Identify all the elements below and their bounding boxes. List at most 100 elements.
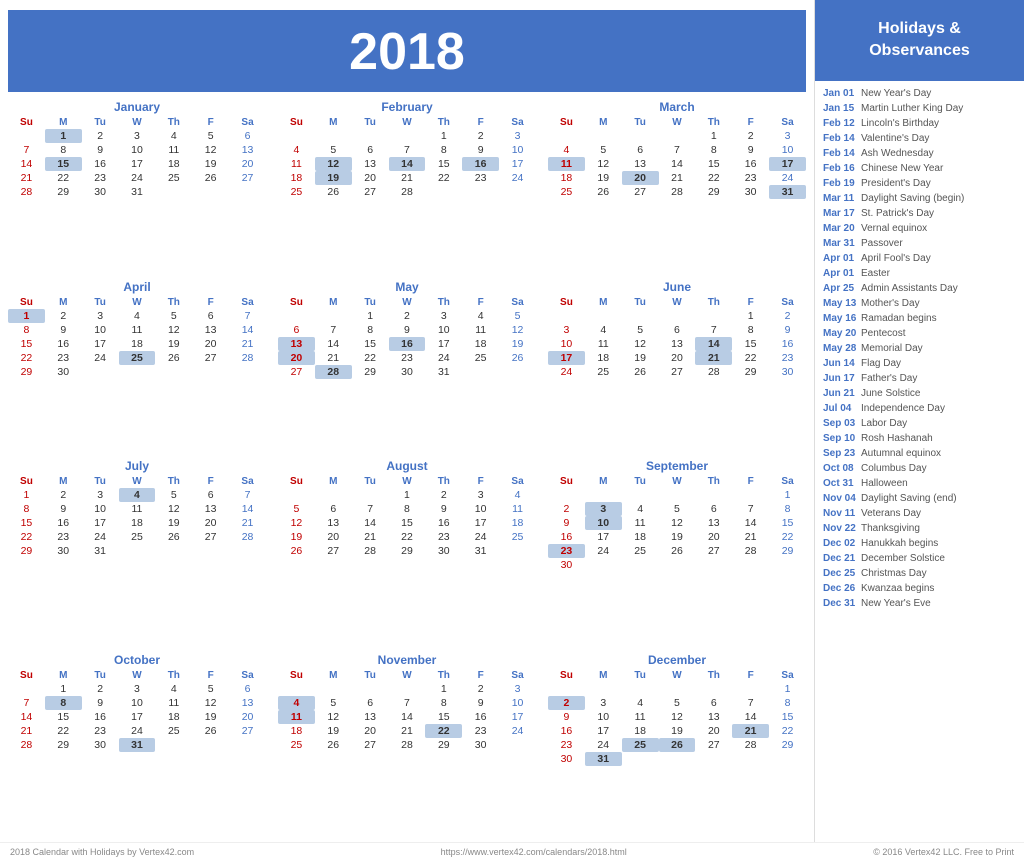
holiday-item: Jan 01New Year's Day bbox=[823, 87, 1016, 100]
holiday-name: June Solstice bbox=[861, 387, 920, 400]
calendar-day: 18 bbox=[119, 516, 156, 530]
calendar-day: 21 bbox=[695, 351, 732, 365]
holiday-name: Daylight Saving (begin) bbox=[861, 192, 964, 205]
calendar-day: 12 bbox=[192, 696, 229, 710]
calendar-day: 23 bbox=[769, 351, 806, 365]
calendar-day bbox=[119, 544, 156, 558]
calendar-day: 16 bbox=[425, 516, 462, 530]
holiday-item: Nov 22Thanksgiving bbox=[823, 522, 1016, 535]
calendar-day: 11 bbox=[622, 710, 659, 724]
calendar-day bbox=[585, 129, 622, 143]
calendar-day: 2 bbox=[462, 129, 499, 143]
day-header: F bbox=[192, 116, 229, 129]
calendar-day: 14 bbox=[732, 710, 769, 724]
calendar-day: 24 bbox=[548, 365, 585, 379]
holiday-item: Jan 15Martin Luther King Day bbox=[823, 102, 1016, 115]
calendar-day: 12 bbox=[315, 157, 352, 171]
calendar-day bbox=[192, 544, 229, 558]
calendar-day: 22 bbox=[45, 171, 82, 185]
holiday-item: Sep 10Rosh Hashanah bbox=[823, 432, 1016, 445]
calendar-day: 15 bbox=[425, 710, 462, 724]
day-header: F bbox=[732, 475, 769, 488]
month-title: February bbox=[278, 100, 536, 114]
calendar-day: 3 bbox=[585, 696, 622, 710]
calendar-day: 1 bbox=[45, 129, 82, 143]
calendar-day: 11 bbox=[548, 157, 585, 171]
day-header: Tu bbox=[82, 296, 119, 309]
calendar-day: 15 bbox=[769, 516, 806, 530]
calendar-day bbox=[548, 488, 585, 502]
calendar-day bbox=[315, 488, 352, 502]
day-header: M bbox=[45, 116, 82, 129]
holiday-date: Jan 01 bbox=[823, 87, 861, 100]
calendar-day: 3 bbox=[119, 129, 156, 143]
calendar-day: 13 bbox=[695, 710, 732, 724]
calendar-day: 11 bbox=[119, 323, 156, 337]
day-header: Th bbox=[155, 296, 192, 309]
holiday-name: New Year's Eve bbox=[861, 597, 931, 610]
calendar-day bbox=[659, 682, 696, 696]
month-title: March bbox=[548, 100, 806, 114]
month-block-may: MaySuMTuWThFSa12345678910111213141516171… bbox=[278, 280, 536, 452]
holiday-date: Dec 26 bbox=[823, 582, 861, 595]
day-header: Su bbox=[548, 296, 585, 309]
calendar-day bbox=[622, 129, 659, 143]
calendar-day: 3 bbox=[585, 502, 622, 516]
calendar-day: 22 bbox=[45, 724, 82, 738]
calendar-day: 15 bbox=[695, 157, 732, 171]
footer-center: https://www.vertex42.com/calendars/2018.… bbox=[441, 847, 627, 857]
holiday-item: Mar 31Passover bbox=[823, 237, 1016, 250]
calendar-day bbox=[585, 309, 622, 323]
holiday-name: Valentine's Day bbox=[861, 132, 929, 145]
calendar-day: 1 bbox=[8, 488, 45, 502]
day-header: M bbox=[585, 475, 622, 488]
holiday-date: Mar 31 bbox=[823, 237, 861, 250]
holiday-item: Oct 31Halloween bbox=[823, 477, 1016, 490]
calendar-day: 7 bbox=[389, 143, 426, 157]
calendar-day bbox=[622, 488, 659, 502]
calendar-day bbox=[278, 309, 315, 323]
calendar-day: 17 bbox=[769, 157, 806, 171]
calendar-day: 9 bbox=[45, 502, 82, 516]
holiday-name: Father's Day bbox=[861, 372, 917, 385]
calendar-day: 16 bbox=[45, 337, 82, 351]
calendar-day bbox=[192, 365, 229, 379]
holiday-item: Oct 08Columbus Day bbox=[823, 462, 1016, 475]
calendar-day: 29 bbox=[45, 738, 82, 752]
calendar-day: 31 bbox=[119, 185, 156, 199]
calendar-day: 6 bbox=[278, 323, 315, 337]
calendar-day: 4 bbox=[119, 488, 156, 502]
day-header: Th bbox=[425, 475, 462, 488]
day-header: Su bbox=[278, 669, 315, 682]
calendar-day: 30 bbox=[82, 185, 119, 199]
calendar-day bbox=[622, 752, 659, 766]
holiday-item: May 28Memorial Day bbox=[823, 342, 1016, 355]
day-header: Sa bbox=[499, 669, 536, 682]
calendar-day: 27 bbox=[229, 171, 266, 185]
calendar-day: 2 bbox=[548, 696, 585, 710]
holiday-date: Feb 12 bbox=[823, 117, 861, 130]
calendar-day: 25 bbox=[278, 738, 315, 752]
day-header: Tu bbox=[622, 116, 659, 129]
calendar-day: 18 bbox=[499, 516, 536, 530]
calendar-day: 8 bbox=[732, 323, 769, 337]
holiday-item: Jun 14Flag Day bbox=[823, 357, 1016, 370]
calendar-day: 1 bbox=[695, 129, 732, 143]
calendar-day: 31 bbox=[462, 544, 499, 558]
calendar-day: 14 bbox=[389, 710, 426, 724]
calendar-day: 20 bbox=[622, 171, 659, 185]
calendar-day: 30 bbox=[462, 738, 499, 752]
calendar-day: 21 bbox=[8, 171, 45, 185]
calendar-day bbox=[229, 185, 266, 199]
calendar-day: 20 bbox=[695, 724, 732, 738]
day-header: M bbox=[45, 296, 82, 309]
calendar-day: 23 bbox=[45, 530, 82, 544]
calendar-day bbox=[278, 682, 315, 696]
holiday-name: Hanukkah begins bbox=[861, 537, 938, 550]
calendar-day: 26 bbox=[622, 365, 659, 379]
holiday-date: Mar 20 bbox=[823, 222, 861, 235]
calendar-day: 10 bbox=[499, 143, 536, 157]
day-header: Sa bbox=[499, 475, 536, 488]
calendar-day: 8 bbox=[45, 143, 82, 157]
calendar-day: 18 bbox=[155, 710, 192, 724]
